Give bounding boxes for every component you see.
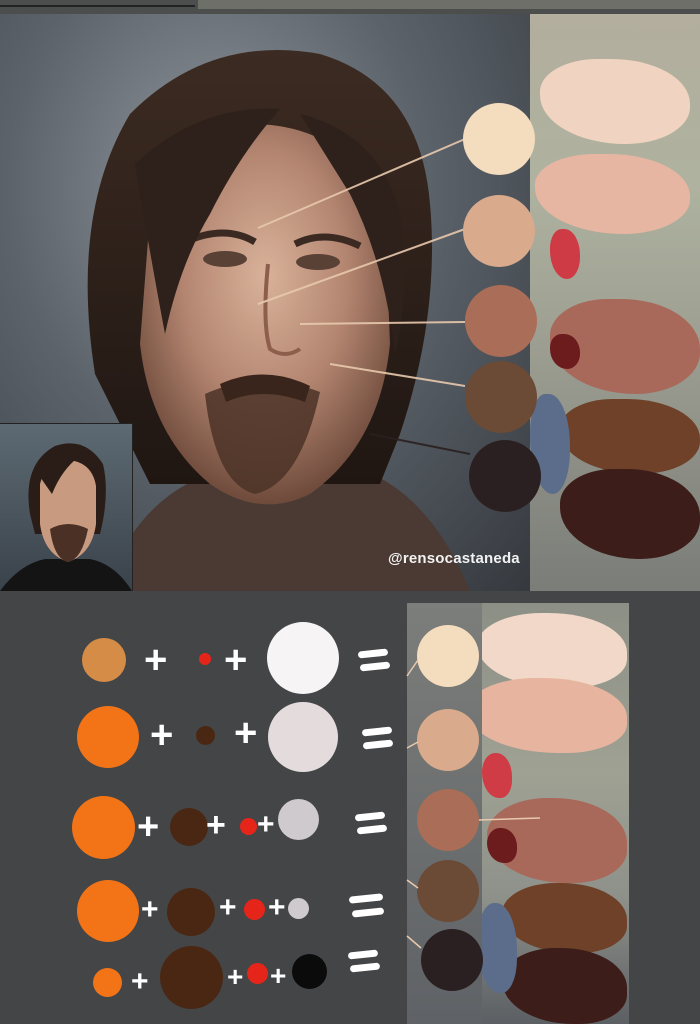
mix-dot-dark-brown (160, 946, 223, 1009)
palette-swatch-3 (465, 285, 537, 357)
mix-dot-white (267, 622, 339, 694)
equals-icon (348, 893, 384, 904)
mix-dot-dark-brown (167, 888, 215, 936)
comparison-panel: @rensocastaneda (0, 14, 700, 591)
palette-swatch-4 (465, 361, 537, 433)
mix-dot-gray (278, 799, 319, 840)
paint-palette-photo (530, 14, 700, 591)
mix-dot-orange (72, 796, 135, 859)
reference-photo (0, 423, 133, 591)
bottom-swatch-1 (417, 625, 479, 687)
mix-dot-red (199, 653, 211, 665)
plus-icon: + (227, 961, 244, 992)
equals-icon (357, 648, 389, 659)
plus-icon: + (150, 713, 174, 757)
bottom-swatch-3 (417, 789, 479, 851)
plus-icon: + (219, 891, 237, 924)
plus-icon: + (234, 711, 258, 755)
plus-icon: + (257, 808, 275, 841)
plus-icon: + (224, 638, 248, 682)
mix-dot-red (244, 899, 265, 920)
top-strip (0, 0, 700, 14)
mix-dot-orange (93, 968, 122, 997)
plus-icon: + (268, 891, 286, 924)
equals-icon (354, 811, 386, 822)
mix-dot-ochre (82, 638, 126, 682)
plus-icon: + (141, 893, 159, 926)
plus-icon: + (131, 965, 149, 998)
mix-dot-light-gray (268, 702, 338, 772)
mix-dot-gray (288, 898, 309, 919)
plus-icon: + (270, 960, 287, 991)
mix-dot-dark-brown (196, 726, 215, 745)
mix-dot-orange (77, 880, 139, 942)
mix-dot-dark-brown (170, 808, 208, 846)
mix-dot-orange (77, 706, 139, 768)
palette-swatch-1 (463, 103, 535, 175)
equals-icon (359, 661, 391, 672)
mix-dot-black (292, 954, 327, 989)
divider-line (0, 5, 195, 7)
equals-icon (361, 726, 393, 737)
reference-portrait (0, 443, 132, 591)
cropped-image-band (198, 0, 700, 9)
equals-icon (362, 739, 394, 750)
equals-icon (347, 949, 379, 960)
equals-icon (351, 907, 385, 918)
palette-swatch-2 (463, 195, 535, 267)
bottom-swatch-5 (421, 929, 483, 991)
plus-icon: + (137, 806, 160, 848)
mix-dot-red (240, 818, 257, 835)
palette-swatch-5 (469, 440, 541, 512)
equals-icon (349, 962, 381, 973)
watermark: @rensocastaneda (388, 550, 520, 567)
bottom-swatch-4 (417, 860, 479, 922)
plus-icon: + (206, 806, 226, 844)
bottom-swatch-2 (417, 709, 479, 771)
mix-dot-red (247, 963, 268, 984)
plus-icon: + (144, 638, 168, 682)
equals-icon (356, 824, 388, 835)
